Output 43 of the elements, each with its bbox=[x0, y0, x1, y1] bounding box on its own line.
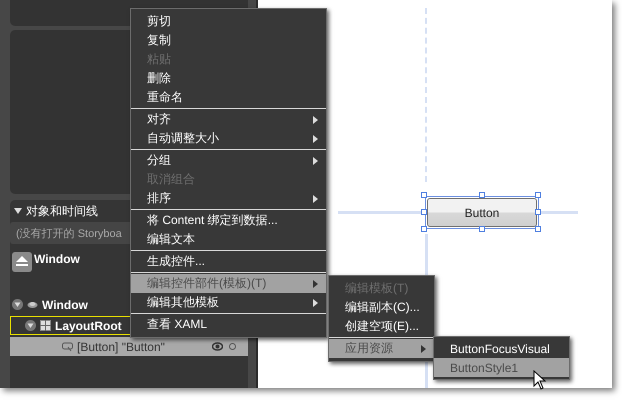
selected-button[interactable]: Button bbox=[425, 196, 539, 229]
menu-item[interactable]: 自动调整大小 bbox=[131, 129, 326, 148]
menu-item[interactable]: 编辑其他模板 bbox=[131, 293, 326, 312]
resize-handle[interactable] bbox=[479, 226, 485, 232]
resize-handle[interactable] bbox=[535, 226, 541, 232]
resize-handle[interactable] bbox=[421, 209, 427, 215]
menu-item[interactable]: 排序 bbox=[131, 189, 326, 208]
menu-item[interactable]: 生成控件... bbox=[131, 252, 326, 271]
scope-up-icon[interactable] bbox=[12, 252, 32, 272]
collapse-icon[interactable] bbox=[14, 207, 22, 215]
menu-item[interactable]: 编辑副本(C)... bbox=[329, 298, 434, 317]
menu-item[interactable]: 创建空项(E)... bbox=[329, 317, 434, 336]
panel-title: 对象和时间线 bbox=[26, 202, 98, 220]
tree-label: [Button] "Button" bbox=[77, 340, 165, 354]
submenu-arrow-icon bbox=[313, 116, 318, 124]
tree-row[interactable]: [Button] "Button" bbox=[10, 337, 248, 356]
menu-item[interactable]: 删除 bbox=[131, 69, 326, 88]
submenu-arrow-icon bbox=[313, 280, 318, 288]
tree-label: Window bbox=[42, 298, 88, 312]
resize-handle[interactable] bbox=[479, 192, 485, 198]
menu-item[interactable]: 重命名 bbox=[131, 88, 326, 107]
menu-item[interactable]: 复制 bbox=[131, 31, 326, 50]
lock-toggle-icon[interactable] bbox=[227, 341, 238, 352]
menu-item[interactable]: 剪切 bbox=[131, 12, 326, 31]
collapse-icon[interactable] bbox=[25, 320, 36, 331]
submenu-arrow-icon bbox=[313, 298, 318, 306]
pointer-icon bbox=[62, 341, 73, 352]
menu-item[interactable]: 对齐 bbox=[131, 110, 326, 129]
submenu-arrow-icon bbox=[313, 156, 318, 164]
resize-handle[interactable] bbox=[421, 192, 427, 198]
eye-icon[interactable] bbox=[212, 341, 223, 352]
resize-handle[interactable] bbox=[535, 192, 541, 198]
collapse-icon[interactable] bbox=[12, 299, 23, 310]
submenu-arrow-icon bbox=[421, 344, 426, 352]
menu-item[interactable]: ButtonFocusVisual bbox=[434, 339, 569, 358]
submenu-arrow-icon bbox=[313, 194, 318, 202]
tree-label: LayoutRoot bbox=[55, 318, 122, 332]
menu-item[interactable]: 分组 bbox=[131, 151, 326, 170]
resize-handle[interactable] bbox=[535, 209, 541, 215]
scope-label: Window bbox=[34, 252, 80, 266]
submenu-arrow-icon bbox=[313, 134, 318, 142]
resize-handle[interactable] bbox=[421, 226, 427, 232]
grid-icon bbox=[40, 320, 51, 331]
